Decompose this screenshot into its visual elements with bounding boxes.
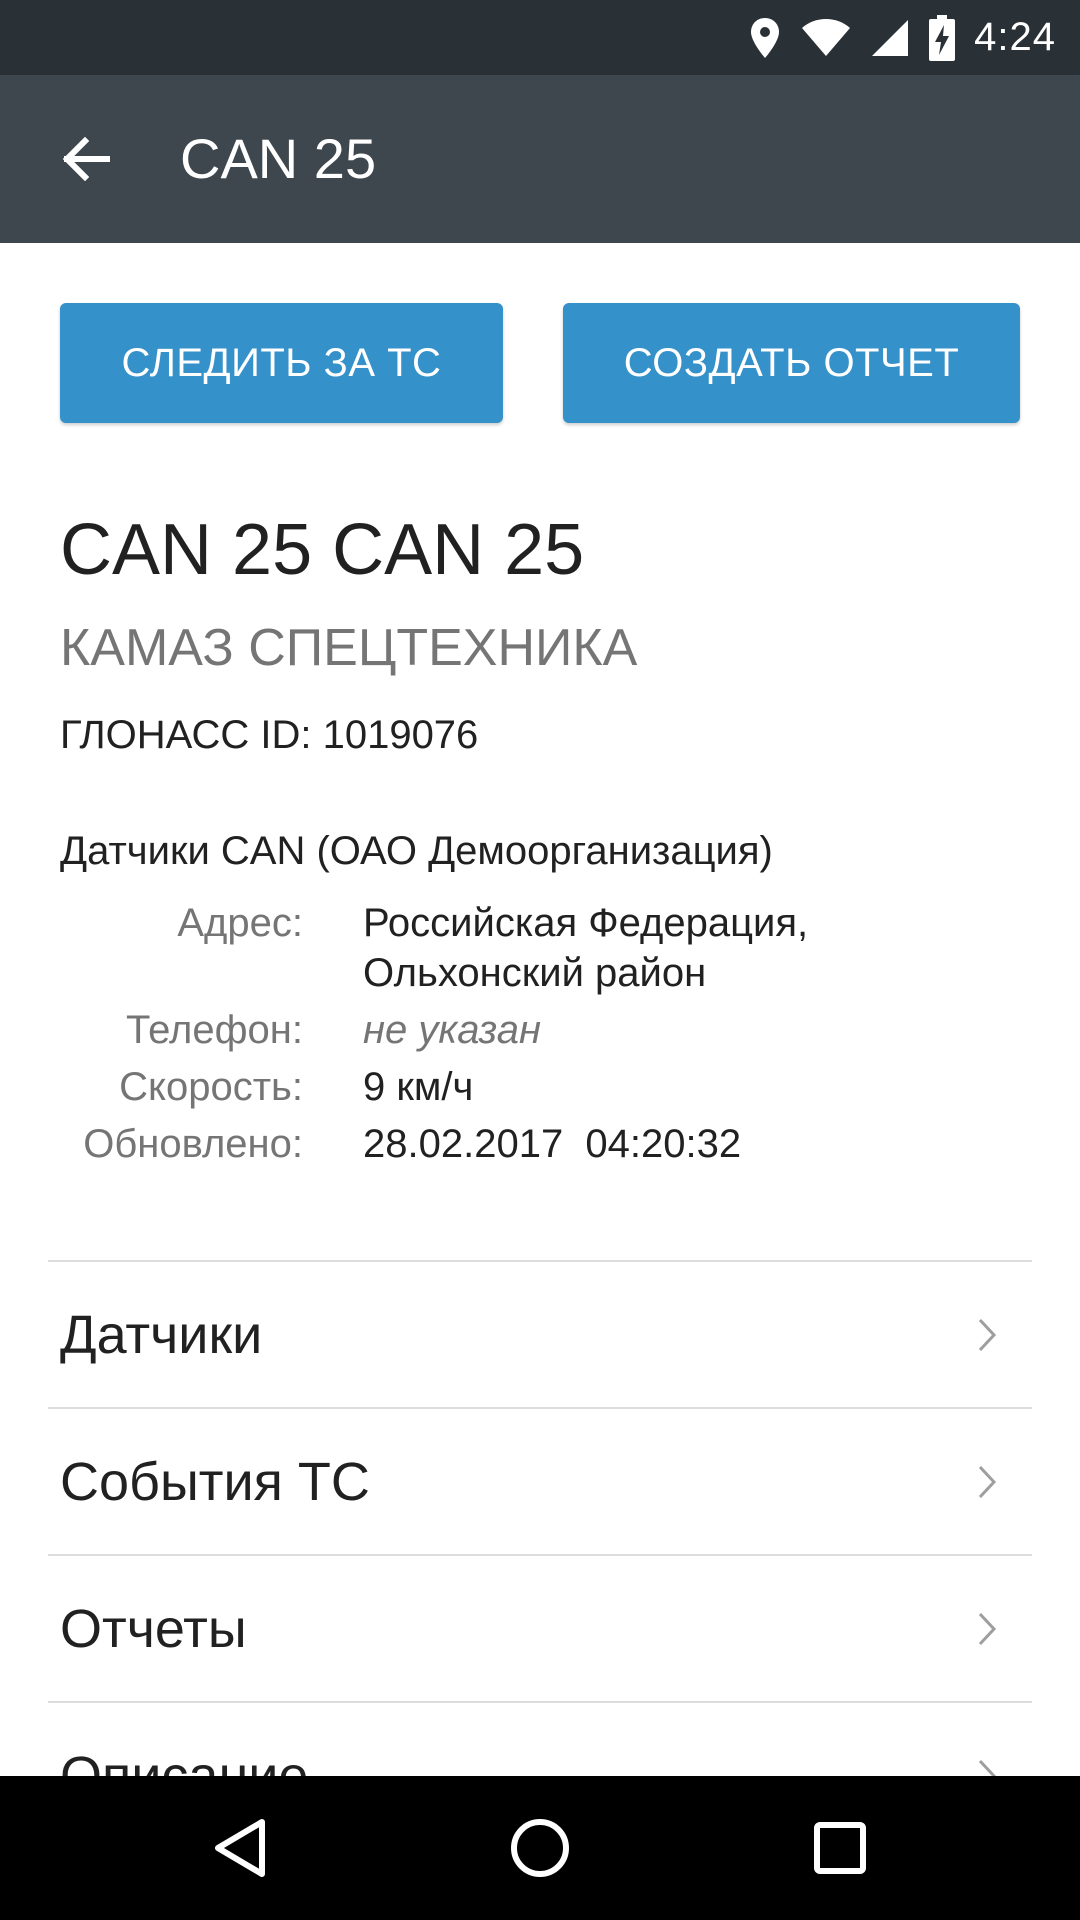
app-bar: CAN 25 (0, 75, 1080, 243)
address-line1: Российская Федерация, (363, 901, 809, 945)
back-button[interactable] (40, 119, 130, 199)
location-icon (751, 17, 780, 58)
list-item-events[interactable]: События ТС (48, 1407, 1032, 1554)
updated-value: 28.02.2017 04:20:32 (363, 1122, 742, 1166)
battery-charging-icon (929, 14, 956, 61)
nav-home-button[interactable] (490, 1798, 590, 1898)
chevron-right-icon (978, 1612, 997, 1646)
page-title: CAN 25 (180, 127, 377, 190)
status-time: 4:24 (974, 15, 1056, 59)
home-circle-icon (511, 1819, 569, 1877)
list-item-label: Датчики (60, 1305, 263, 1365)
follow-vehicle-button[interactable]: СЛЕДИТЬ ЗА ТС (60, 303, 503, 423)
arrow-back-icon (62, 136, 110, 182)
vehicle-type: КАМАЗ СПЕЦТЕХНИКА (60, 619, 638, 677)
speed-label: Скорость: (119, 1065, 303, 1109)
navigation-bar (0, 1776, 1080, 1920)
updated-label: Обновлено: (83, 1122, 303, 1166)
status-bar: 4:24 (0, 0, 1080, 75)
signal-icon (872, 19, 909, 56)
list-item-reports[interactable]: Отчеты (48, 1554, 1032, 1701)
glonass-id: ГЛОНАСС ID: 1019076 (60, 713, 479, 757)
speed-value: 9 км/ч (363, 1065, 474, 1109)
address-label: Адрес: (177, 901, 303, 945)
recents-square-icon (814, 1822, 866, 1874)
list-item-label: События ТС (60, 1452, 370, 1512)
chevron-right-icon (978, 1318, 997, 1352)
chevron-right-icon (978, 1465, 997, 1499)
list-item-label: Отчеты (60, 1599, 247, 1659)
organization-name: Датчики CAN (ОАО Демоорганизация) (60, 829, 773, 873)
vehicle-name: CAN 25 CAN 25 (60, 510, 585, 590)
address-line2: Ольхонский район (363, 951, 707, 995)
status-icons: 4:24 (748, 0, 1056, 75)
back-triangle-icon (215, 1819, 265, 1877)
phone-label: Телефон: (125, 1008, 303, 1052)
phone-value: не указан (363, 1008, 542, 1052)
nav-recents-button[interactable] (790, 1798, 890, 1898)
list-item-sensors[interactable]: Датчики (48, 1260, 1032, 1407)
wifi-icon (802, 18, 851, 56)
nav-back-button[interactable] (190, 1798, 290, 1898)
create-report-button[interactable]: СОЗДАТЬ ОТЧЕТ (563, 303, 1020, 423)
